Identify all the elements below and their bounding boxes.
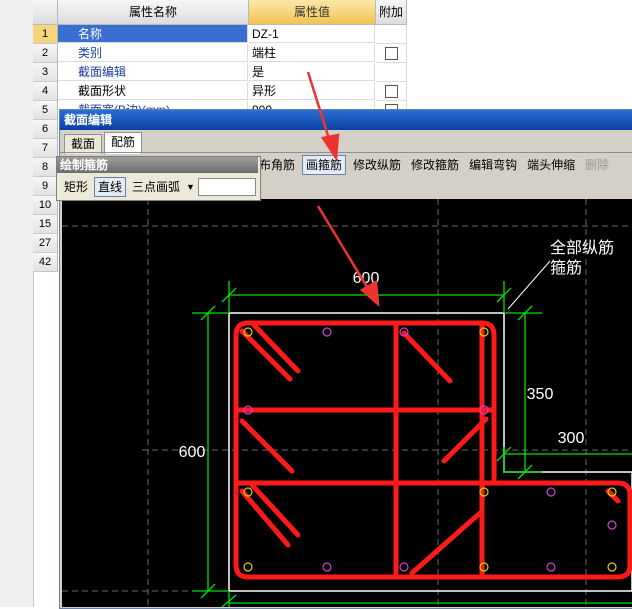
annotation-arrow bbox=[316, 205, 372, 293]
annotation-arrow bbox=[306, 71, 332, 143]
annotation-arrows bbox=[306, 71, 380, 307]
arrow-head bbox=[320, 133, 340, 162]
arrow-head bbox=[359, 279, 380, 307]
